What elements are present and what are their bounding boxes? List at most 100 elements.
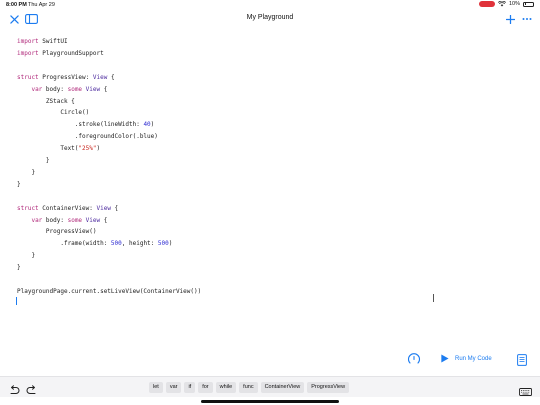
code-token: import (17, 38, 43, 45)
code-line: } (17, 181, 21, 188)
code-token: { (107, 73, 115, 81)
code-token: PlaygroundPage.current.setLiveView(Conta… (17, 287, 202, 295)
code-editor[interactable]: import SwiftUI import PlaygroundSupport st… (0, 30, 540, 350)
code-line: ProgressView() (17, 228, 97, 236)
page-title: My Playground (246, 14, 294, 21)
play-icon (441, 354, 449, 363)
code-line: var body: some View { (17, 86, 107, 93)
code-token: some (67, 85, 86, 93)
keyboard-icon (519, 388, 532, 396)
code-token: body: (45, 216, 68, 224)
code-token: SwiftUI (42, 38, 68, 45)
code-token: View (96, 204, 111, 212)
more-button[interactable] (519, 11, 535, 27)
code-token: .foregroundColor(.blue) (17, 133, 158, 141)
code-line: .foregroundColor(.blue) (17, 133, 158, 140)
undo-button[interactable] (9, 382, 20, 394)
code-token: struct (17, 204, 43, 212)
run-speed-button[interactable] (407, 352, 421, 366)
code-token: View (85, 216, 101, 224)
code-token: some (67, 216, 86, 224)
code-token: } (17, 252, 36, 260)
text-cursor (16, 297, 17, 305)
run-my-code-button[interactable]: Run My Code (440, 354, 492, 363)
code-token: } (17, 168, 36, 176)
recording-indicator-icon (478, 1, 495, 7)
code-token: import (17, 49, 43, 57)
redo-button[interactable] (26, 382, 37, 394)
code-token: } (17, 264, 21, 272)
pointer-cursor (433, 294, 434, 302)
document-icon (517, 354, 527, 366)
keyword-button[interactable]: func (239, 382, 258, 393)
keyword-button[interactable]: ProgressView (307, 382, 350, 393)
battery-percent: 10% (508, 1, 520, 7)
run-label: Run My Code (455, 355, 492, 362)
code-token: ContainerView: (42, 204, 97, 212)
more-icon (522, 18, 532, 20)
code-token: } (17, 157, 50, 164)
keyword-button[interactable]: ContainerView (260, 382, 305, 393)
code-token: "25%" (78, 145, 97, 153)
code-token: ProgressView() (17, 228, 97, 236)
documentation-button[interactable] (517, 353, 527, 366)
code-line: struct ProgressView: View { (17, 74, 115, 81)
code-token: View (85, 85, 101, 93)
status-indicators: 10% (478, 1, 534, 7)
add-button[interactable] (502, 11, 518, 27)
keyword-button[interactable]: while (215, 382, 237, 393)
code-token: ZStack { (17, 97, 75, 105)
code-token: , height: (121, 240, 158, 248)
code-line: struct ContainerView: View { (17, 205, 118, 212)
code-line: var body: some View { (17, 217, 107, 224)
code-line: .frame(width: 500, height: 500) (17, 240, 172, 247)
code-token: body: (45, 85, 68, 93)
code-line: PlaygroundPage.current.setLiveView(Conta… (17, 288, 201, 295)
code-token: var (31, 216, 46, 224)
battery-icon (523, 1, 534, 7)
code-token: Text( (17, 145, 79, 153)
keyword-button[interactable]: let (149, 382, 163, 393)
status-bar: 8:00 PM Thu Apr 29 10% (0, 0, 540, 10)
code-token: .frame(width: (17, 240, 111, 248)
code-line: ZStack { (17, 98, 75, 105)
code-token: var (31, 85, 46, 93)
plus-icon (505, 14, 515, 24)
code-token: ProgressView: (42, 73, 93, 81)
code-token: } (17, 180, 21, 188)
keyword-button[interactable]: var (165, 382, 182, 393)
code-line: } (17, 252, 35, 259)
code-token: View (92, 73, 108, 81)
code-line: .stroke(lineWidth: 40) (17, 121, 155, 129)
code-token: Circle() (17, 109, 90, 117)
redo-icon (26, 385, 36, 394)
code-token: { (100, 85, 108, 93)
keyboard-toolbar: let var if for while func ContainerView Progres… (0, 376, 540, 397)
code-line: } (17, 169, 35, 176)
code-token: .stroke(lineWidth: (17, 121, 144, 129)
code-line: import PlaygroundSupport (17, 50, 104, 57)
home-indicator (201, 400, 339, 403)
undo-icon (10, 385, 20, 394)
code-token: ) (96, 145, 101, 153)
code-token: 500 (110, 240, 122, 248)
code-token: 40 (143, 121, 151, 129)
keyword-button[interactable]: for (198, 382, 213, 393)
code-line: } (17, 264, 21, 271)
code-token: PlaygroundSupport (42, 49, 104, 57)
code-line: Text("25%") (17, 145, 100, 152)
gauge-icon (407, 353, 421, 364)
keyword-button[interactable]: if (184, 382, 196, 393)
nav-bar: My Playground (0, 10, 540, 28)
code-line: } (17, 157, 50, 164)
keyboard-toggle-button[interactable] (519, 383, 532, 396)
code-token: { (100, 216, 108, 224)
code-line: Circle() (17, 109, 89, 116)
code-token: struct (17, 73, 43, 81)
code-token: ) (168, 240, 173, 248)
code-token: { (110, 204, 119, 212)
keyword-shortcuts: let var if for while func ContainerView Progres… (149, 382, 350, 393)
status-date: Thu Apr 29 (28, 2, 55, 8)
